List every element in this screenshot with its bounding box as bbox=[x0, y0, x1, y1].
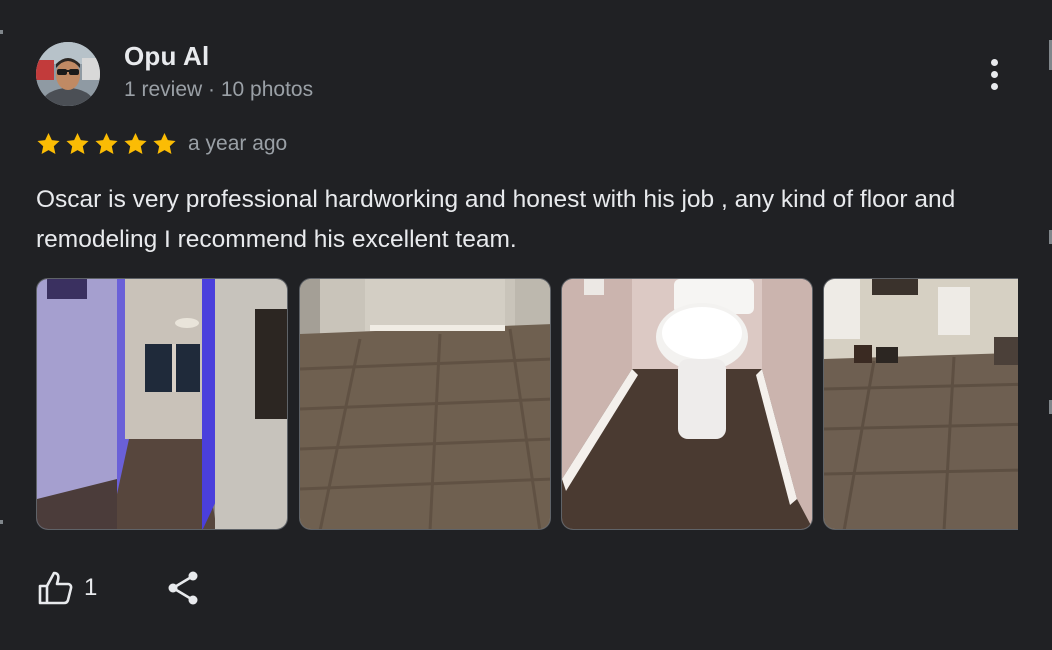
photo-hallway[interactable] bbox=[36, 278, 288, 530]
share-icon bbox=[168, 571, 198, 605]
like-count: 1 bbox=[84, 574, 98, 601]
review-date: a year ago bbox=[188, 132, 288, 155]
dot bbox=[990, 70, 998, 78]
author-name[interactable]: Opu Al bbox=[124, 41, 209, 72]
dot bbox=[990, 58, 998, 66]
more-vert-icon[interactable] bbox=[972, 52, 1016, 96]
thumb-up-icon bbox=[38, 571, 73, 605]
review-card: Opu Al 1 review · 10 photos a year ago O… bbox=[0, 0, 1052, 650]
star-icon bbox=[95, 132, 118, 154]
share-button[interactable] bbox=[166, 570, 200, 611]
like-button[interactable]: 1 bbox=[36, 566, 97, 610]
author-meta: 1 review · 10 photos bbox=[124, 78, 314, 101]
star-icon bbox=[124, 132, 147, 154]
photo-bathroom-toilet[interactable] bbox=[561, 278, 813, 530]
photo-strip bbox=[36, 278, 1018, 532]
star-icon bbox=[153, 132, 176, 154]
star-rating bbox=[35, 131, 178, 157]
photo-floor-room[interactable] bbox=[299, 278, 551, 530]
star-icon bbox=[37, 132, 60, 154]
star-icon bbox=[66, 132, 89, 154]
avatar[interactable] bbox=[36, 42, 100, 106]
dot bbox=[990, 82, 998, 90]
photo-living-room[interactable] bbox=[823, 278, 1018, 530]
review-text: Oscar is very professional hardworking a… bbox=[36, 186, 956, 253]
